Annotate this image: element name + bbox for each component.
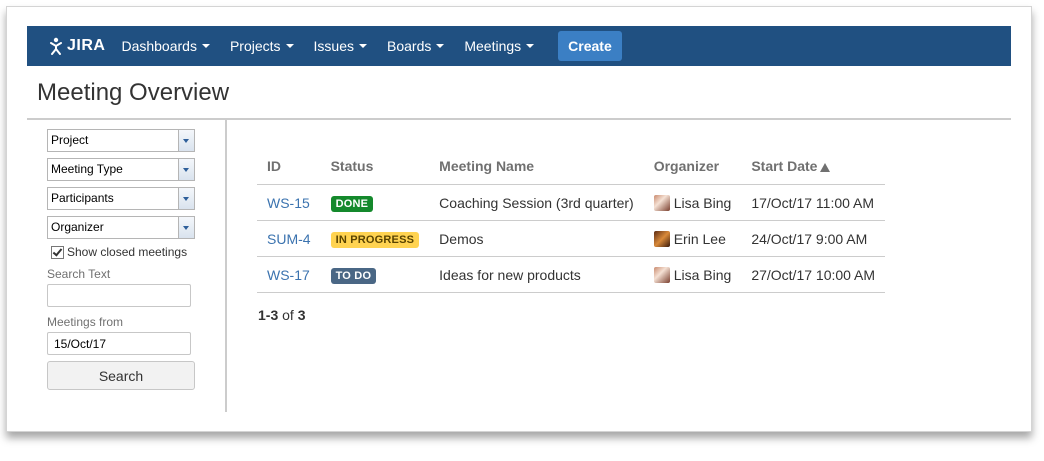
dropdown-arrow-icon[interactable] bbox=[178, 217, 194, 238]
sidebar-divider bbox=[225, 120, 227, 412]
id-cell: WS-17 bbox=[257, 256, 321, 293]
dropdown-arrow-icon[interactable] bbox=[178, 130, 194, 151]
table-row: WS-15 DONE Coaching Session (3rd quarter… bbox=[257, 184, 886, 221]
dropdown-arrow-icon[interactable] bbox=[178, 188, 194, 209]
caret-down-icon bbox=[201, 44, 210, 48]
organizer-name: Lisa Bing bbox=[673, 267, 732, 283]
start-date-cell: 24/Oct/17 9:00 AM bbox=[741, 220, 886, 257]
select-value: Project bbox=[51, 133, 89, 147]
issue-link[interactable]: WS-15 bbox=[267, 195, 310, 211]
pager-of: of bbox=[282, 307, 294, 323]
avatar bbox=[653, 267, 670, 283]
search-text-label: Search Text bbox=[47, 267, 111, 281]
page-title: Meeting Overview bbox=[37, 79, 230, 106]
organizer-name: Lisa Bing bbox=[673, 195, 732, 211]
meetings-from-label: Meetings from bbox=[47, 315, 124, 329]
name-cell: Ideas for new products bbox=[429, 256, 644, 293]
logo-text: JIRA bbox=[67, 37, 106, 54]
organizer-cell: Lisa Bing bbox=[643, 256, 742, 293]
status-cell: IN PROGRESS bbox=[320, 220, 430, 257]
table-header-row: ID Status Meeting Name Organizer Start D… bbox=[257, 152, 886, 185]
top-navbar: JIRA Dashboards Projects Issues Boards M… bbox=[27, 26, 1011, 66]
nav-label: Issues bbox=[313, 38, 354, 54]
header-label: Meeting Name bbox=[439, 158, 535, 174]
show-closed-row: Show closed meetings bbox=[47, 245, 195, 259]
caret-down-icon bbox=[526, 44, 535, 48]
nav-label: Meetings bbox=[464, 38, 522, 54]
avatar bbox=[653, 231, 670, 247]
participants-select[interactable]: Participants bbox=[47, 187, 195, 210]
column-header-id[interactable]: ID bbox=[257, 152, 321, 185]
avatar bbox=[653, 195, 670, 211]
header-label: Start Date bbox=[751, 158, 818, 174]
nav-boards[interactable]: Boards bbox=[387, 38, 445, 54]
organizer-name: Erin Lee bbox=[673, 231, 726, 247]
nav-label: Dashboards bbox=[121, 38, 197, 54]
nav-dashboards[interactable]: Dashboards bbox=[121, 38, 210, 54]
meeting-type-select[interactable]: Meeting Type bbox=[47, 158, 195, 181]
pager-range: 1-3 bbox=[258, 307, 279, 323]
project-select[interactable]: Project bbox=[47, 129, 195, 152]
table-row: SUM-4 IN PROGRESS Demos Erin Lee 24/Oct/… bbox=[257, 220, 886, 257]
nav-label: Boards bbox=[387, 38, 432, 54]
show-closed-label: Show closed meetings bbox=[67, 245, 188, 259]
header-label: Organizer bbox=[653, 158, 720, 174]
start-date-cell: 17/Oct/17 11:00 AM bbox=[741, 184, 886, 221]
show-closed-checkbox[interactable] bbox=[51, 245, 64, 259]
organizer-cell: Lisa Bing bbox=[643, 184, 742, 221]
jira-logo[interactable]: JIRA bbox=[47, 37, 105, 55]
caret-down-icon bbox=[285, 44, 294, 48]
id-cell: WS-15 bbox=[257, 184, 321, 221]
nav-issues[interactable]: Issues bbox=[314, 38, 367, 54]
title-divider bbox=[27, 118, 1011, 120]
column-header-status[interactable]: Status bbox=[320, 152, 430, 185]
search-text-input[interactable] bbox=[47, 284, 191, 307]
start-date-cell: 27/Oct/17 10:00 AM bbox=[741, 256, 886, 293]
id-cell: SUM-4 bbox=[257, 220, 321, 257]
name-cell: Coaching Session (3rd quarter) bbox=[429, 184, 644, 221]
header-label: Status bbox=[330, 158, 374, 174]
search-button[interactable]: Search bbox=[47, 361, 195, 390]
dropdown-arrow-icon[interactable] bbox=[178, 159, 194, 180]
table-row: WS-17 TO DO Ideas for new products Lisa … bbox=[257, 256, 886, 293]
status-badge: IN PROGRESS bbox=[330, 232, 420, 248]
organizer-select[interactable]: Organizer bbox=[47, 216, 195, 239]
issue-link[interactable]: WS-17 bbox=[267, 267, 310, 283]
select-value: Organizer bbox=[51, 220, 104, 234]
nav-meetings[interactable]: Meetings bbox=[464, 38, 535, 54]
sort-ascending-icon bbox=[820, 163, 831, 172]
create-button[interactable]: Create bbox=[558, 31, 622, 61]
column-header-name[interactable]: Meeting Name bbox=[429, 152, 644, 185]
meetings-table: ID Status Meeting Name Organizer Start D… bbox=[257, 152, 886, 293]
jira-logo-icon bbox=[50, 37, 62, 55]
status-badge: DONE bbox=[330, 196, 374, 212]
header-label: ID bbox=[267, 158, 281, 174]
column-header-organizer[interactable]: Organizer bbox=[643, 152, 742, 185]
name-cell: Demos bbox=[429, 220, 644, 257]
nav-label: Projects bbox=[229, 38, 281, 54]
status-badge: TO DO bbox=[330, 268, 377, 284]
issue-link[interactable]: SUM-4 bbox=[267, 231, 311, 247]
meetings-from-input[interactable]: 15/Oct/17 bbox=[47, 332, 191, 355]
app-window: JIRA Dashboards Projects Issues Boards M… bbox=[6, 6, 1032, 432]
pagination-summary: 1-3 of 3 bbox=[258, 307, 306, 323]
caret-down-icon bbox=[359, 44, 367, 48]
status-cell: TO DO bbox=[320, 256, 430, 293]
nav-projects[interactable]: Projects bbox=[230, 38, 294, 54]
caret-down-icon bbox=[436, 44, 445, 48]
select-value: Participants bbox=[51, 191, 114, 205]
organizer-cell: Erin Lee bbox=[643, 220, 742, 257]
status-cell: DONE bbox=[320, 184, 430, 221]
pager-total: 3 bbox=[297, 307, 306, 323]
filter-sidebar: Project Meeting Type Participants Organi… bbox=[47, 129, 195, 390]
column-header-start-date[interactable]: Start Date bbox=[741, 152, 886, 185]
select-value: Meeting Type bbox=[51, 162, 123, 176]
